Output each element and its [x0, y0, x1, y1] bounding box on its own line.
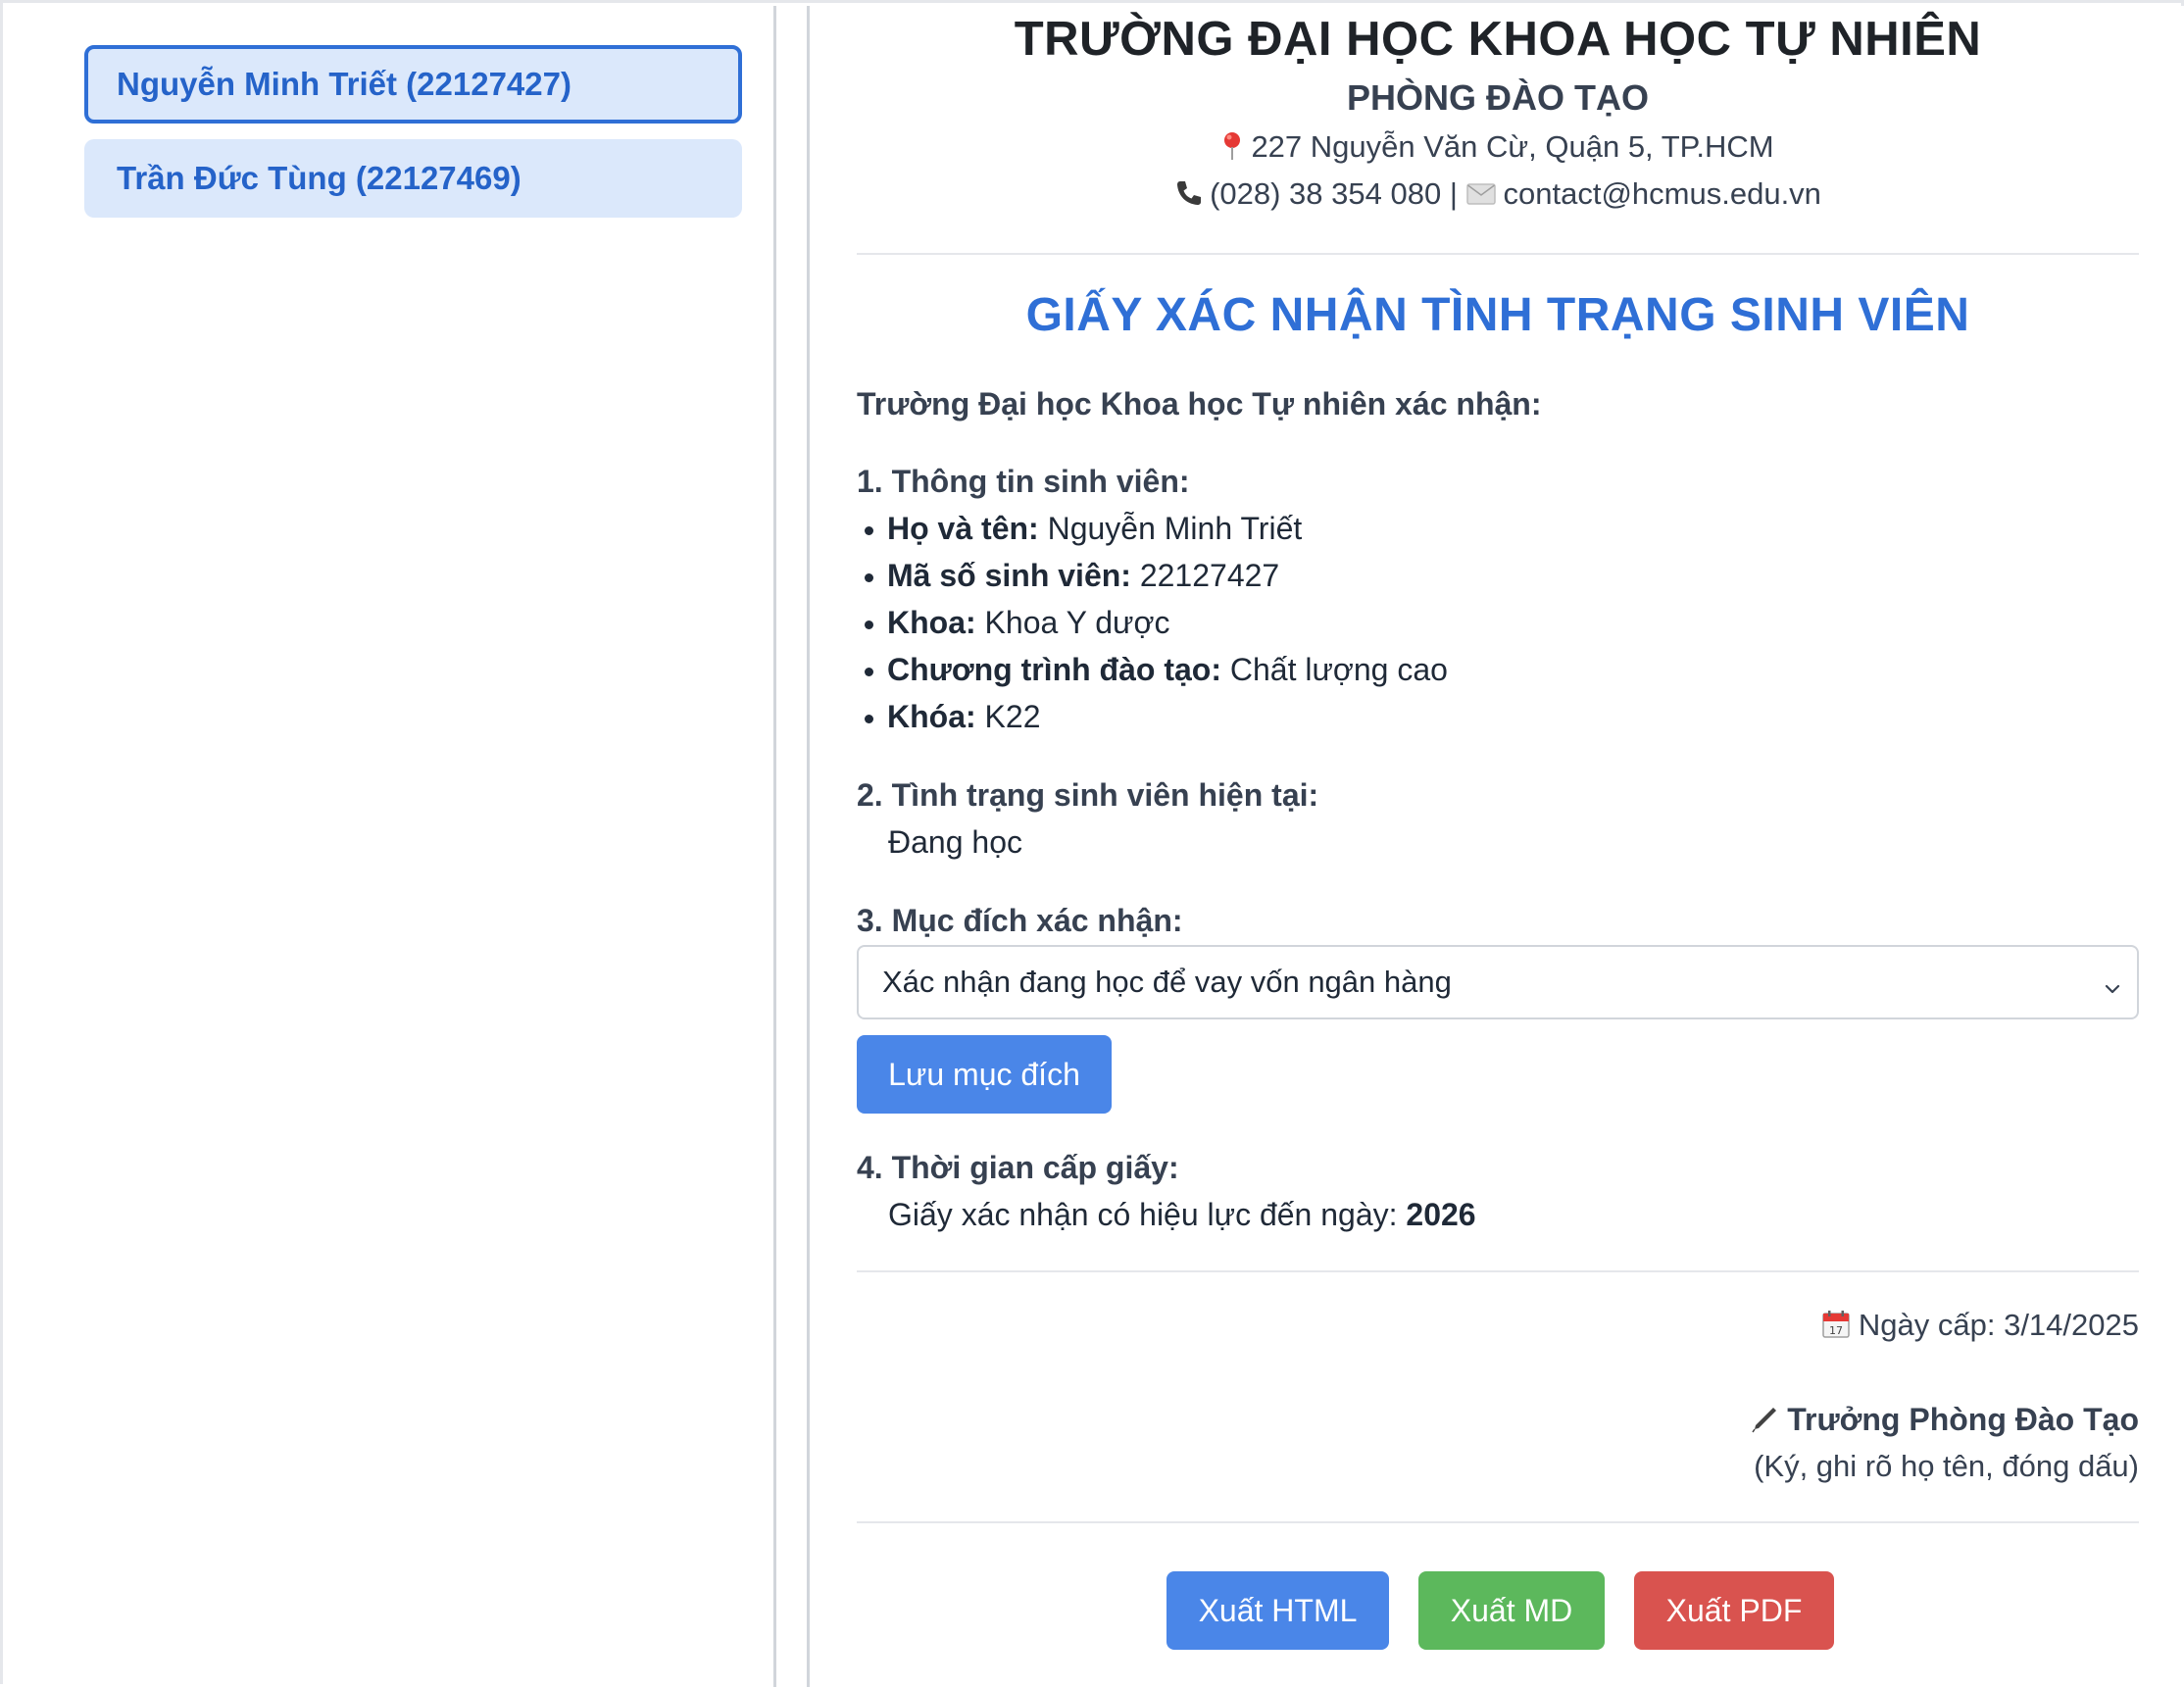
contact-line: (028) 38 354 080 | contact@hcmus.edu.vn: [857, 176, 2139, 212]
divider: [857, 1521, 2139, 1523]
section-4-heading: 4. Thời gian cấp giấy:: [857, 1150, 1179, 1185]
sidebar-item-student-1[interactable]: Nguyễn Minh Triết (22127427): [84, 45, 742, 124]
validity-line: Giấy xác nhận có hiệu lực đến ngày: 2026: [888, 1197, 1476, 1233]
purpose-select[interactable]: Xác nhận đang học để vay vốn ngân hàng: [857, 945, 2139, 1019]
app-frame: Nguyễn Minh Triết (22127427) Trần Đức Tù…: [0, 0, 2184, 1687]
export-pdf-button[interactable]: Xuất PDF: [1634, 1571, 1834, 1650]
pen-icon: [1750, 1405, 1779, 1434]
address-text: 227 Nguyễn Văn Cừ, Quận 5, TP.HCM: [1251, 129, 1774, 164]
mail-icon: [1465, 178, 1496, 205]
department-name: PHÒNG ĐÀO TẠO: [1346, 77, 1649, 118]
contact-separator: |: [1449, 176, 1458, 211]
email-text: contact@hcmus.edu.vn: [1503, 176, 1821, 211]
university-name: TRƯỜNG ĐẠI HỌC KHOA HỌC TỰ NHIÊN: [1014, 13, 1982, 66]
signer-title: Trưởng Phòng Đào Tạo: [1787, 1402, 2139, 1437]
list-item: Khóa: K22: [857, 699, 1040, 735]
student-sidebar: Nguyễn Minh Triết (22127427) Trần Đức Tù…: [6, 6, 776, 1687]
section-3-heading: 3. Mục đích xác nhận:: [857, 903, 1183, 938]
export-md-button[interactable]: Xuất MD: [1418, 1571, 1605, 1650]
purpose-select-value: Xác nhận đang học để vay vốn ngân hàng: [882, 965, 1452, 999]
validity-value: 2026: [1406, 1197, 1476, 1232]
certificate-title: GIẤY XÁC NHẬN TÌNH TRẠNG SINH VIÊN: [1025, 289, 1970, 341]
sidebar-item-student-2[interactable]: Trần Đức Tùng (22127469): [84, 139, 742, 218]
certificate-panel: TRƯỜNG ĐẠI HỌC KHOA HỌC TỰ NHIÊN PHÒNG Đ…: [807, 6, 2184, 1687]
student-label: Nguyễn Minh Triết (22127427): [117, 66, 571, 102]
signer-note: (Ký, ghi rõ họ tên, đóng dấu): [1754, 1449, 2139, 1483]
student-label: Trần Đức Tùng (22127469): [117, 160, 521, 196]
chevron-down-icon: [2102, 972, 2123, 994]
list-item: Khoa: Khoa Y dược: [857, 605, 1169, 641]
list-item: Mã số sinh viên: 22127427: [857, 558, 1279, 594]
signer-title-line: Trưởng Phòng Đào Tạo: [1750, 1402, 2139, 1438]
section-2-heading: 2. Tình trạng sinh viên hiện tại:: [857, 777, 1319, 813]
divider: [857, 253, 2139, 255]
pin-icon: [1221, 131, 1243, 161]
list-item: Họ và tên: Nguyễn Minh Triết: [857, 511, 1302, 547]
phone-icon: [1174, 178, 1204, 208]
validity-text: Giấy xác nhận có hiệu lực đến ngày:: [888, 1197, 1398, 1232]
issue-date-value: 3/14/2025: [2004, 1308, 2139, 1342]
calendar-icon: 17: [1821, 1310, 1851, 1339]
issue-date-line: 17 Ngày cấp: 3/14/2025: [1821, 1308, 2139, 1343]
save-purpose-button[interactable]: Lưu mục đích: [857, 1035, 1112, 1114]
student-status-value: Đang học: [888, 824, 1022, 860]
address-line: 227 Nguyễn Văn Cừ, Quận 5, TP.HCM: [857, 129, 2139, 165]
divider: [857, 1270, 2139, 1272]
intro-text: Trường Đại học Khoa học Tự nhiên xác nhậ…: [857, 386, 1542, 422]
svg-text:17: 17: [1829, 1324, 1843, 1337]
issue-date-label: Ngày cấp:: [1858, 1308, 1996, 1342]
section-1-heading: 1. Thông tin sinh viên:: [857, 464, 1190, 499]
phone-text: (028) 38 354 080: [1210, 176, 1442, 211]
export-html-button[interactable]: Xuất HTML: [1166, 1571, 1389, 1650]
list-item: Chương trình đào tạo: Chất lượng cao: [857, 652, 1448, 688]
